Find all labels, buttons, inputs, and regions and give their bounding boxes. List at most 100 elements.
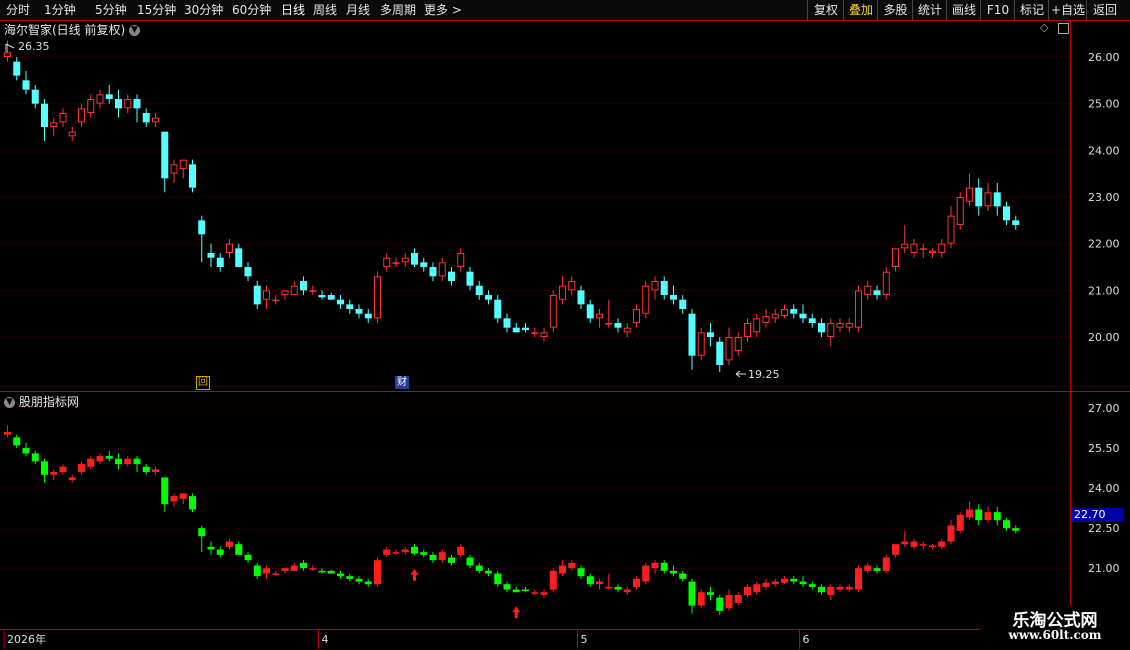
sub-candle-body xyxy=(420,552,428,555)
sub-candle-body xyxy=(568,562,576,569)
chevron-down-icon[interactable]: ▼ xyxy=(4,397,15,408)
sub-candle-body xyxy=(688,581,696,606)
tab-multi-period[interactable]: 多周期 xyxy=(380,2,416,18)
candle-body xyxy=(485,295,492,300)
sub-y-tick: 21.00 xyxy=(1088,562,1120,575)
candle-body xyxy=(124,99,132,109)
sub-candle-body xyxy=(318,570,326,573)
candle-body xyxy=(198,220,206,235)
candle-body xyxy=(1003,206,1010,221)
sub-candle-body xyxy=(975,509,983,521)
sub-candle-body xyxy=(494,573,502,585)
candle-body xyxy=(179,159,187,170)
tab-fenshi[interactable]: 分时 xyxy=(6,2,30,18)
watermark-url: www.60lt.com xyxy=(1008,628,1102,642)
signal-arrows xyxy=(410,568,521,619)
candle-body xyxy=(133,99,141,109)
candle-body xyxy=(910,243,918,254)
candle-body xyxy=(762,316,770,324)
sub-candle-body xyxy=(679,573,687,579)
kline-chart[interactable]: 26.00 25.00 24.00 23.00 22.00 21.00 20.00 27.0… xyxy=(0,20,1130,650)
tab-daily[interactable]: 日线 xyxy=(281,2,305,18)
sub-candle-body xyxy=(744,586,751,595)
f10-button[interactable]: F10 xyxy=(980,0,1015,20)
candle-body xyxy=(697,332,705,356)
candle-body xyxy=(216,257,224,268)
tab-weekly[interactable]: 周线 xyxy=(313,2,337,18)
candle-body xyxy=(4,52,11,58)
fuquan-button[interactable]: 复权 xyxy=(807,0,844,20)
tab-30min[interactable]: 30分钟 xyxy=(184,2,223,18)
maximize-icon[interactable] xyxy=(1057,22,1069,34)
sub-candle-body xyxy=(882,557,890,571)
candle-body xyxy=(734,337,742,352)
tab-1min[interactable]: 1分钟 xyxy=(44,2,76,18)
candle-body xyxy=(41,103,48,128)
mark-button[interactable]: 标记 xyxy=(1014,0,1049,20)
sub-candle-body xyxy=(651,562,659,569)
multi-stock-button[interactable]: 多股 xyxy=(877,0,913,20)
candle-body xyxy=(882,271,890,296)
sub-candle-body xyxy=(235,544,243,555)
tab-15min[interactable]: 15分钟 xyxy=(137,2,176,18)
candle-body xyxy=(68,131,76,137)
candle-body xyxy=(300,281,307,291)
sub-candle-body xyxy=(475,565,483,571)
candle-body xyxy=(827,323,835,338)
tab-5min[interactable]: 5分钟 xyxy=(95,2,127,18)
sub-candle-body xyxy=(540,592,548,595)
badge-review[interactable]: 回 xyxy=(196,376,210,390)
candle-body xyxy=(105,94,113,100)
draw-line-button[interactable]: 画线 xyxy=(946,0,981,20)
candle-body xyxy=(781,309,788,317)
sub-candle-body xyxy=(734,594,742,603)
candle-body xyxy=(115,99,122,109)
chart-frame xyxy=(0,20,1130,650)
sub-candle-body xyxy=(216,549,224,555)
sub-candle-body xyxy=(836,586,844,590)
overlay-button[interactable]: 叠加 xyxy=(843,0,878,20)
sub-candle-body xyxy=(253,565,261,577)
sub-candle-body xyxy=(327,570,335,574)
sub-candle-body xyxy=(790,578,798,582)
sub-candle-body xyxy=(207,546,215,550)
tab-more[interactable]: 更多 > xyxy=(424,2,462,18)
candle-body xyxy=(966,187,973,202)
badge-finance[interactable]: 财 xyxy=(395,376,409,389)
candle-body xyxy=(189,164,196,188)
stats-button[interactable]: 统计 xyxy=(912,0,947,20)
candle-body xyxy=(420,262,428,268)
main-y-tick: 23.00 xyxy=(1088,191,1120,204)
chevron-down-icon[interactable]: ▼ xyxy=(129,25,141,36)
candle-body xyxy=(633,309,640,324)
candle-body xyxy=(309,290,317,292)
sub-candle-body xyxy=(993,512,1001,521)
tab-60min[interactable]: 60分钟 xyxy=(232,2,271,18)
sub-candle-body xyxy=(337,573,344,577)
sub-candle-body xyxy=(198,528,206,537)
sub-candle-body xyxy=(855,568,862,590)
candle-body xyxy=(799,313,807,319)
sub-candle-body xyxy=(59,466,67,473)
sub-candle-body xyxy=(531,592,539,594)
sub-candle-body xyxy=(124,458,132,465)
sub-y-tick: 27.00 xyxy=(1088,402,1120,415)
diamond-icon[interactable]: ◇ xyxy=(1040,21,1048,34)
sub-candle-body xyxy=(910,541,918,547)
candle-body xyxy=(605,323,613,325)
sub-candle-body xyxy=(716,597,724,611)
candle-body xyxy=(947,215,955,244)
candle-body xyxy=(466,271,474,286)
sub-candle-body xyxy=(873,568,881,571)
sub-candle-body xyxy=(448,557,455,563)
add-watchlist-button[interactable]: +自选 xyxy=(1048,0,1087,20)
candle-body xyxy=(152,117,159,123)
back-button[interactable]: 返回 xyxy=(1086,0,1123,20)
sub-candle-body xyxy=(281,568,289,571)
sub-candle-body xyxy=(96,456,104,462)
candle-body xyxy=(623,327,631,333)
candle-body xyxy=(531,332,539,334)
sub-y-tick: 24.00 xyxy=(1088,482,1120,495)
sub-candle-body xyxy=(799,581,807,585)
tab-monthly[interactable]: 月线 xyxy=(346,2,370,18)
